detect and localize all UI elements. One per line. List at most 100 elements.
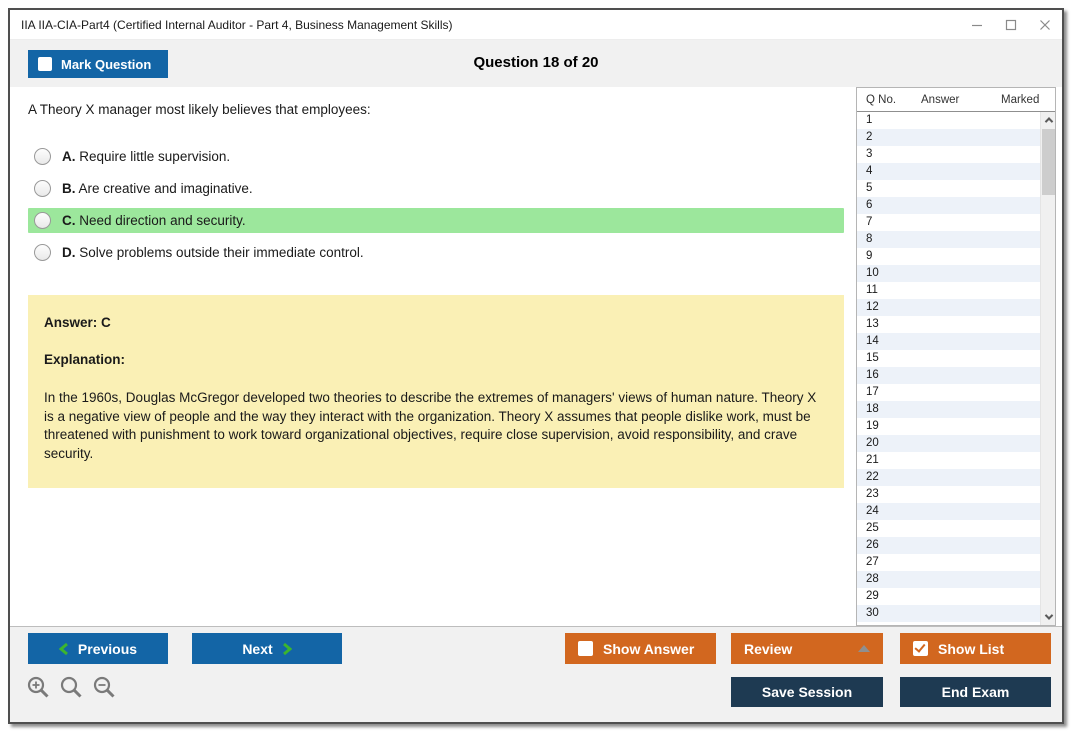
- close-icon: [1039, 19, 1051, 31]
- option-text: Need direction and security.: [79, 213, 245, 228]
- question-list-row[interactable]: 1: [857, 112, 1055, 129]
- row-answer: [913, 180, 989, 197]
- question-list-row[interactable]: 4: [857, 163, 1055, 180]
- option-letter: B.: [62, 181, 76, 196]
- option-text: Solve problems outside their immediate c…: [79, 245, 363, 260]
- option-row[interactable]: A. Require little supervision.: [28, 144, 844, 169]
- question-list-row[interactable]: 28: [857, 571, 1055, 588]
- scrollbar-up-button[interactable]: [1041, 112, 1055, 128]
- question-list-row[interactable]: 11: [857, 282, 1055, 299]
- option-text: Are creative and imaginative.: [79, 181, 253, 196]
- scrollbar-track[interactable]: [1040, 112, 1055, 625]
- question-list-row[interactable]: 17: [857, 384, 1055, 401]
- row-qno: 9: [857, 248, 913, 265]
- show-answer-button[interactable]: Show Answer: [565, 633, 716, 664]
- row-qno: 22: [857, 469, 913, 486]
- question-list-row[interactable]: 10: [857, 265, 1055, 282]
- radio-button[interactable]: [34, 244, 51, 261]
- app-window: IIA IIA-CIA-Part4 (Certified Internal Au…: [8, 8, 1064, 724]
- next-button[interactable]: Next: [192, 633, 342, 664]
- question-panel: A Theory X manager most likely believes …: [10, 87, 856, 626]
- show-list-button[interactable]: Show List: [900, 633, 1051, 664]
- question-list-row[interactable]: 7: [857, 214, 1055, 231]
- question-list-row[interactable]: 27: [857, 554, 1055, 571]
- minimize-button[interactable]: [960, 10, 994, 39]
- row-qno: 2: [857, 129, 913, 146]
- scrollbar-down-button[interactable]: [1041, 609, 1055, 625]
- save-session-label: Save Session: [762, 684, 852, 700]
- column-header-answer: Answer: [913, 94, 989, 106]
- row-qno: 6: [857, 197, 913, 214]
- question-list-row[interactable]: 26: [857, 537, 1055, 554]
- save-session-button[interactable]: Save Session: [731, 677, 883, 707]
- row-qno: 13: [857, 316, 913, 333]
- row-answer: [913, 231, 989, 248]
- zoom-toolbar: [26, 675, 118, 701]
- question-list-row[interactable]: 3: [857, 146, 1055, 163]
- option-row[interactable]: D. Solve problems outside their immediat…: [28, 240, 844, 265]
- question-list-row[interactable]: 22: [857, 469, 1055, 486]
- question-list-row[interactable]: 29: [857, 588, 1055, 605]
- row-qno: 24: [857, 503, 913, 520]
- question-list-header: Q No. Answer Marked: [857, 88, 1055, 112]
- question-list-viewport: 1 2 3 4 5 6 7 8 9 10 11: [857, 112, 1055, 625]
- row-answer: [913, 418, 989, 435]
- scrollbar-thumb[interactable]: [1042, 129, 1055, 195]
- question-list-row[interactable]: 9: [857, 248, 1055, 265]
- question-list-row[interactable]: 19: [857, 418, 1055, 435]
- question-list-row[interactable]: 21: [857, 452, 1055, 469]
- question-list-row[interactable]: 6: [857, 197, 1055, 214]
- row-answer: [913, 197, 989, 214]
- show-list-checkbox[interactable]: [913, 641, 928, 656]
- option-text: Require little supervision.: [79, 149, 230, 164]
- maximize-button[interactable]: [994, 10, 1028, 39]
- question-list-row[interactable]: 20: [857, 435, 1055, 452]
- row-qno: 5: [857, 180, 913, 197]
- question-list-row[interactable]: 24: [857, 503, 1055, 520]
- question-list-row[interactable]: 12: [857, 299, 1055, 316]
- row-qno: 18: [857, 401, 913, 418]
- previous-button[interactable]: Previous: [28, 633, 168, 664]
- question-list-row[interactable]: 30: [857, 605, 1055, 622]
- question-list-row[interactable]: 18: [857, 401, 1055, 418]
- content-area: A Theory X manager most likely believes …: [10, 87, 1062, 626]
- zoom-reset-icon[interactable]: [59, 675, 85, 701]
- row-answer: [913, 554, 989, 571]
- option-row[interactable]: C. Need direction and security.: [28, 208, 844, 233]
- show-answer-checkbox[interactable]: [578, 641, 593, 656]
- question-list-row[interactable]: 25: [857, 520, 1055, 537]
- radio-button[interactable]: [34, 180, 51, 197]
- question-list-row[interactable]: 14: [857, 333, 1055, 350]
- question-list-row[interactable]: 13: [857, 316, 1055, 333]
- row-answer: [913, 520, 989, 537]
- zoom-out-icon[interactable]: [92, 675, 118, 701]
- row-answer: [913, 486, 989, 503]
- chevron-up-icon: [1044, 117, 1052, 125]
- question-list-row[interactable]: 2: [857, 129, 1055, 146]
- row-qno: 26: [857, 537, 913, 554]
- row-answer: [913, 469, 989, 486]
- chevron-right-icon: [282, 642, 292, 656]
- row-answer: [913, 605, 989, 622]
- review-label: Review: [744, 641, 792, 657]
- answer-label: Answer: C: [44, 315, 828, 330]
- row-qno: 7: [857, 214, 913, 231]
- radio-button[interactable]: [34, 148, 51, 165]
- question-list-row[interactable]: 8: [857, 231, 1055, 248]
- question-list-row[interactable]: 16: [857, 367, 1055, 384]
- row-answer: [913, 333, 989, 350]
- row-qno: 19: [857, 418, 913, 435]
- question-list-row[interactable]: 15: [857, 350, 1055, 367]
- question-text: A Theory X manager most likely believes …: [28, 102, 844, 117]
- radio-button[interactable]: [34, 212, 51, 229]
- end-exam-button[interactable]: End Exam: [900, 677, 1051, 707]
- close-button[interactable]: [1028, 10, 1062, 39]
- row-qno: 30: [857, 605, 913, 622]
- review-button[interactable]: Review: [731, 633, 883, 664]
- zoom-in-icon[interactable]: [26, 675, 52, 701]
- row-answer: [913, 503, 989, 520]
- question-list-row[interactable]: 23: [857, 486, 1055, 503]
- option-row[interactable]: B. Are creative and imaginative.: [28, 176, 844, 201]
- row-answer: [913, 537, 989, 554]
- question-list-row[interactable]: 5: [857, 180, 1055, 197]
